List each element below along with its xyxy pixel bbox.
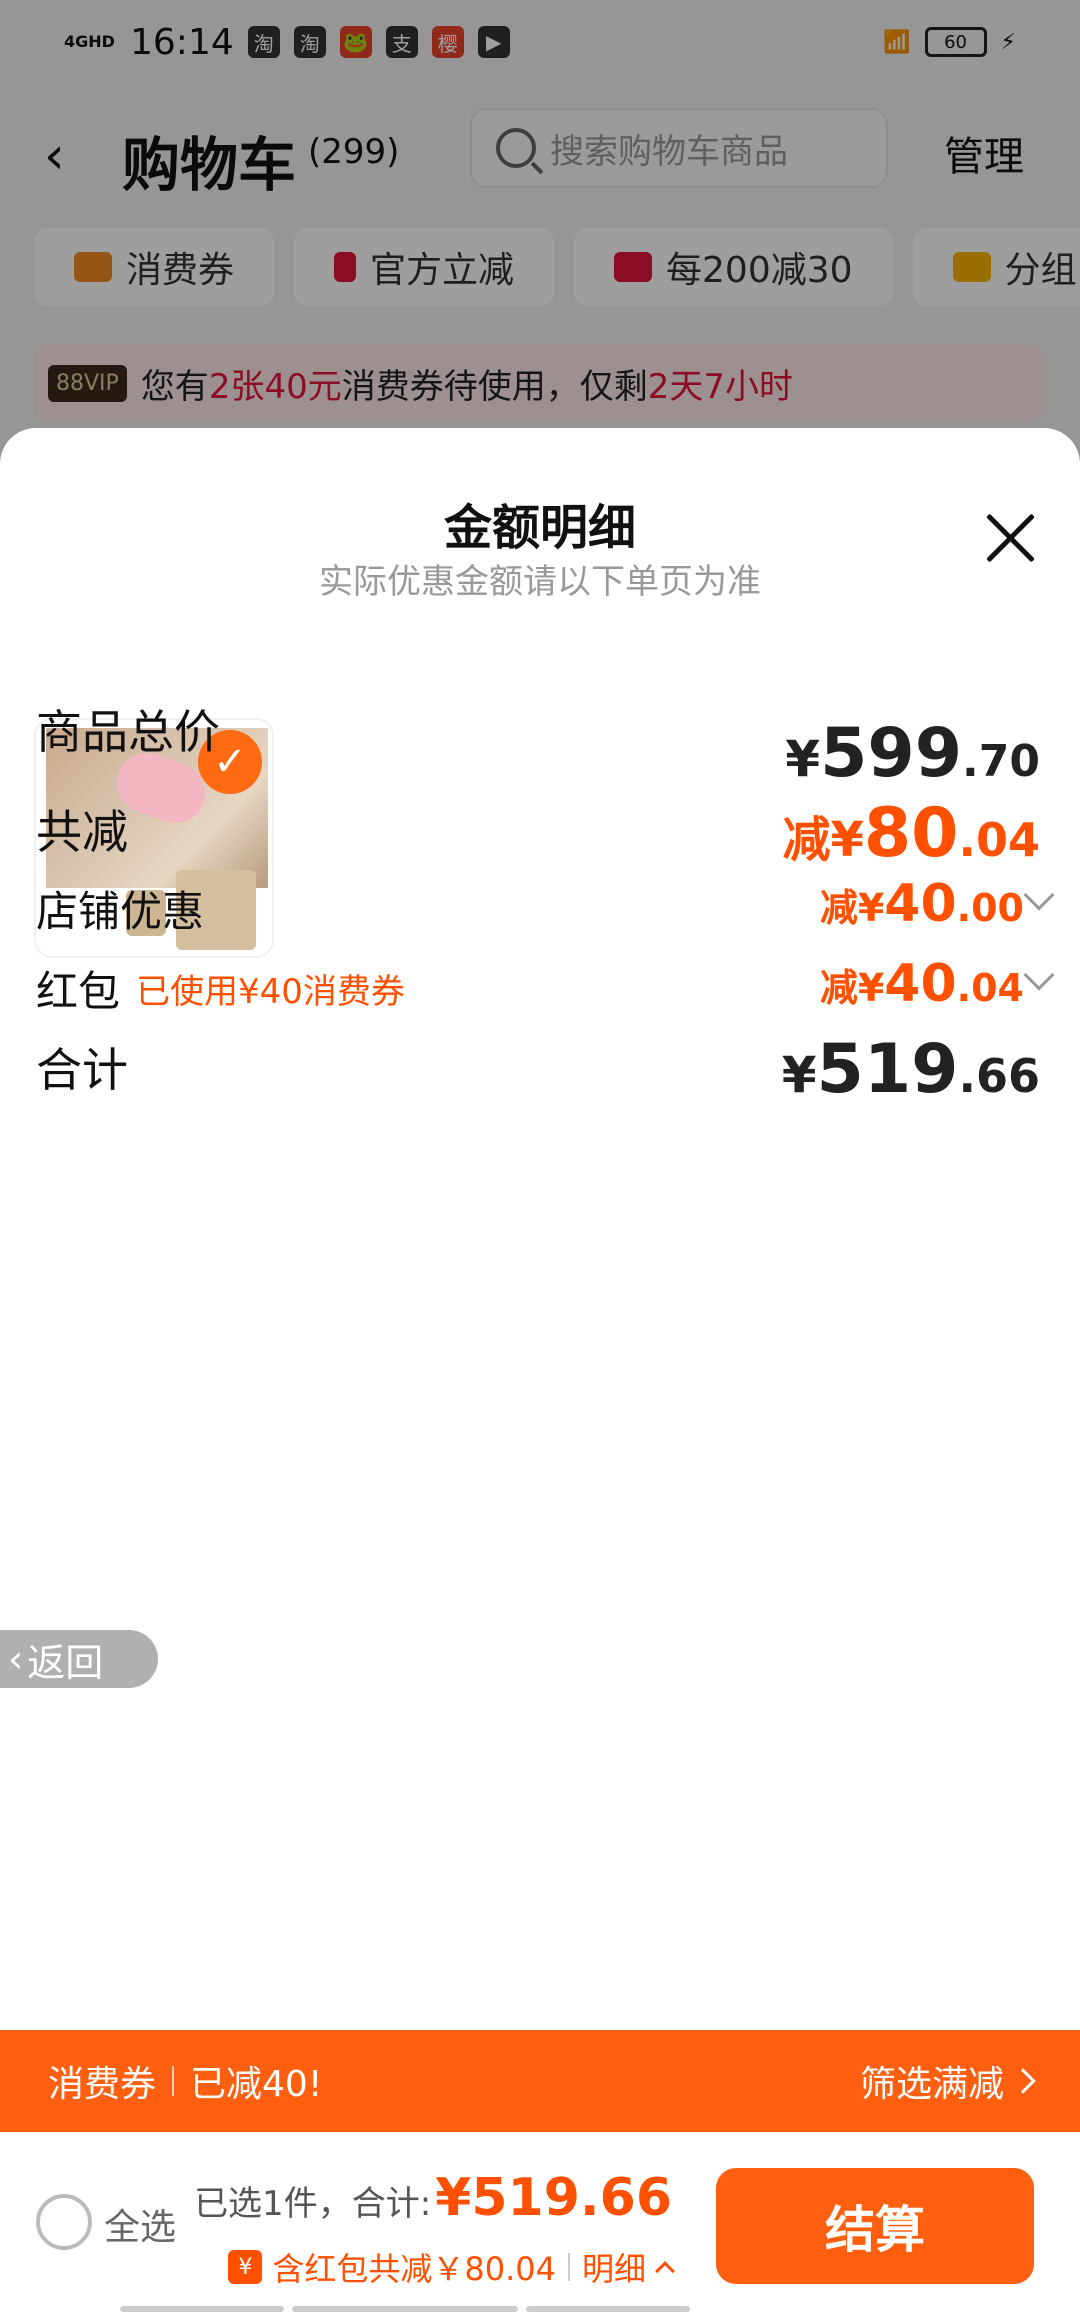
store-discount-value[interactable]: 减¥ 40 .00 [820,874,1024,934]
chevron-left-icon: ‹ [8,1637,24,1681]
promo-saved-label: 已减40! [190,2064,323,2105]
sheet-subtitle: 实际优惠金额请以下单页为准 [319,562,761,602]
promo-coupon-label: 消费券 [48,2064,157,2105]
select-all-radio[interactable] [36,2194,92,2250]
selected-summary: 已选1件，合计: ¥519.66 [194,2168,672,2228]
select-all-label[interactable]: 全选 [104,2198,176,2250]
filter-full-discount-link[interactable]: 筛选满减 [860,2055,1036,2107]
redpack-discount-value[interactable]: 减¥ 40 .04 [820,954,1024,1014]
coupon-used-tag: 已使用¥40消费券 [136,972,405,1012]
item-total-value: ¥ 599 .70 [785,714,1040,793]
total-discount-value: 减¥ 80 .04 [782,794,1040,873]
coupon-promo-bar[interactable]: 消费券 已减40! 筛选满减 [0,2030,1080,2132]
gesture-bar [0,2306,1080,2316]
chevron-right-icon [1010,2068,1036,2094]
checkout-bar: 全选 已选1件，合计: ¥519.66 ¥ 含红包共减￥80.04 明细 结算 [0,2132,1080,2316]
discount-detail-toggle[interactable]: ¥ 含红包共减￥80.04 明细 [228,2244,675,2290]
checkout-button[interactable]: 结算 [716,2168,1034,2284]
back-float-button[interactable]: ‹ 返回 [0,1630,158,1688]
chevron-up-icon [655,2261,675,2281]
sum-value: ¥ 519 .66 [781,1030,1040,1109]
detail-link[interactable]: 明细 [582,2244,646,2290]
close-icon[interactable] [984,512,1036,564]
total-price: ¥519.66 [435,2168,672,2228]
sheet-title: 金额明细 [443,500,636,556]
redpack-icon: ¥ [228,2250,263,2284]
